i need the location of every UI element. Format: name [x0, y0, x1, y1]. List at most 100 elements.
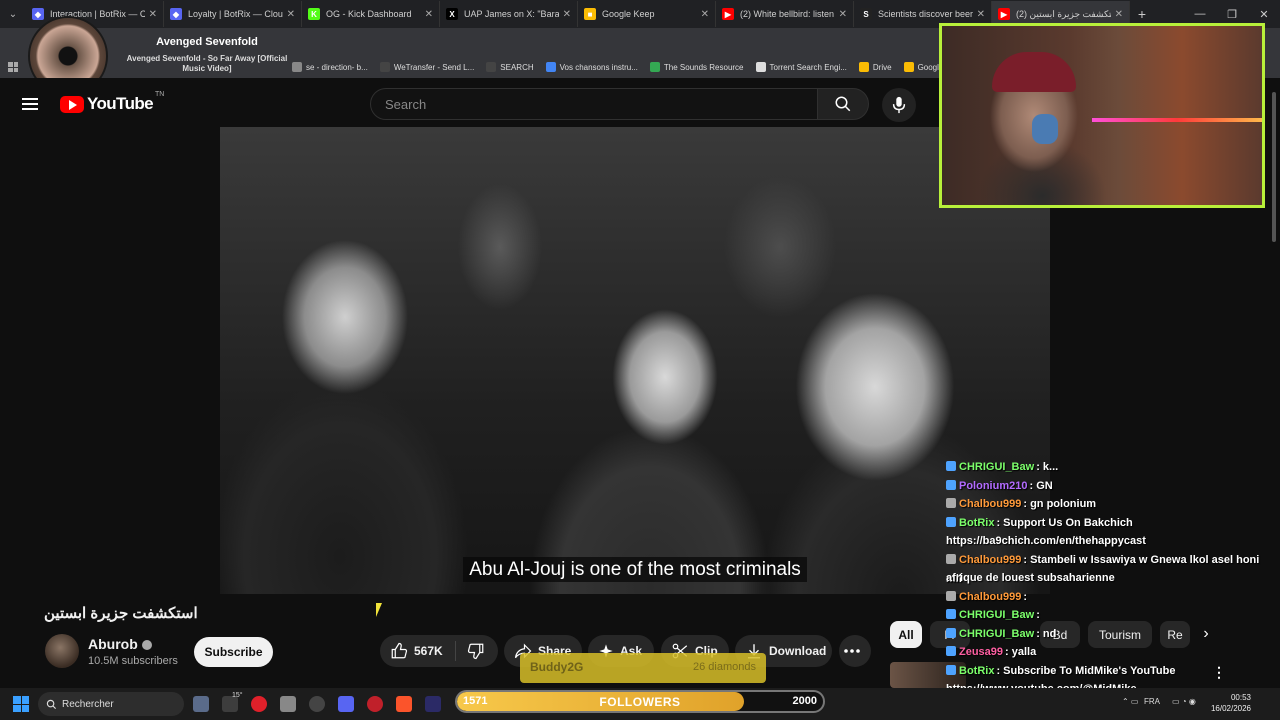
tab-title: UAP James on X: "Barack: [464, 9, 559, 19]
mouse-cursor-icon: [376, 603, 382, 617]
search-input[interactable]: Search: [370, 88, 818, 120]
followers-goal-bar: 1571 FOLLOWERS 2000: [455, 690, 825, 713]
browser-tab[interactable]: K OG - Kick Dashboard ✕: [302, 1, 440, 27]
taskbar-clock[interactable]: 00:53 16/02/2026: [1205, 692, 1251, 714]
language-indicator[interactable]: FRA: [1144, 697, 1160, 706]
apps-grid-icon[interactable]: [8, 62, 18, 72]
bookmark-item[interactable]: Vos chansons instru...: [545, 62, 638, 72]
chat-text: :: [1023, 590, 1028, 603]
network-volume-icons[interactable]: ▭ ◔ ◉: [1172, 697, 1196, 706]
chip-all[interactable]: All: [890, 621, 922, 648]
chat-badge-icon: [946, 664, 956, 675]
search-button[interactable]: [817, 88, 869, 120]
red-app-icon[interactable]: [367, 696, 383, 712]
donor-name: Buddy2G: [530, 660, 584, 674]
verified-icon: [141, 640, 152, 651]
streamer-cap: [992, 52, 1076, 92]
channel-name-text[interactable]: Aburob: [88, 636, 138, 652]
dislike-button[interactable]: [456, 642, 491, 660]
tab-favicon-icon: ▶: [998, 8, 1010, 20]
chat-message: https://ba9chich.com/en/thehappycast: [946, 532, 1272, 551]
bookmark-label: WeTransfer - Send L...: [393, 62, 475, 72]
brave-icon[interactable]: [396, 696, 412, 712]
chat-message: CHRIGUI_Baw: nd: [946, 625, 1272, 644]
now-playing-title: Avenged Sevenfold - So Far Away [Officia…: [126, 54, 288, 73]
chat-text: : k...: [1036, 461, 1059, 473]
discord-icon[interactable]: [338, 696, 354, 712]
tab-close-icon[interactable]: ✕: [701, 9, 709, 20]
followers-goal: 2000: [792, 695, 817, 707]
chat-username: CHRIGUI_Baw: [959, 461, 1035, 473]
youtube-logo[interactable]: YouTube TN: [60, 91, 164, 114]
search-icon: [46, 699, 57, 710]
chat-message: BotRix: Support Us On Bakchich: [946, 514, 1272, 533]
tab-close-icon[interactable]: ✕: [425, 9, 433, 20]
chat-message: Chalbou999: gn polonium: [946, 495, 1272, 514]
bookmark-item[interactable]: se - direction- b...: [292, 62, 368, 72]
video-title: استكشفت جزيرة ابستين: [44, 605, 198, 622]
opera-icon[interactable]: [251, 696, 267, 712]
bookmark-favicon-icon: [486, 62, 497, 72]
led-strip: [1092, 118, 1262, 122]
tab-close-icon[interactable]: ✕: [977, 9, 985, 20]
chat-username: Zeusa99: [959, 646, 1004, 658]
chat-username: CHRIGUI_Baw: [959, 609, 1035, 621]
chat-badge-icon: [946, 516, 956, 527]
like-count: 567K: [414, 644, 443, 658]
bookmark-item[interactable]: WeTransfer - Send L...: [379, 62, 475, 72]
bookmark-favicon-icon: [755, 62, 766, 72]
bookmark-item[interactable]: Torrent Search Engi...: [755, 62, 847, 72]
chat-badge-icon: [946, 646, 956, 656]
bookmark-favicon-icon: [903, 62, 914, 72]
bookmark-item[interactable]: Drive: [858, 62, 892, 72]
task-view-icon[interactable]: [193, 696, 209, 712]
browser-tab[interactable]: X UAP James on X: "Barack ✕: [440, 1, 578, 27]
tab-close-icon[interactable]: ✕: [1115, 9, 1123, 20]
bookmark-label: Vos chansons instru...: [559, 62, 638, 72]
bookmark-favicon-icon: [545, 62, 556, 72]
tab-title: OG - Kick Dashboard: [326, 9, 412, 19]
bookmark-item[interactable]: The Sounds Resource: [649, 62, 744, 72]
clock-time: 00:53: [1230, 693, 1251, 702]
channel-avatar[interactable]: [45, 634, 79, 668]
webcam-overlay: [939, 23, 1265, 208]
video-player[interactable]: Abu Al-Jouj is one of the most criminals: [220, 127, 1050, 594]
download-label: Download: [769, 644, 827, 658]
video-caption: Abu Al-Jouj is one of the most criminals: [220, 557, 1050, 582]
tab-title: Google Keep: [602, 9, 655, 19]
browser-tab[interactable]: ▶ (2) White bellbird: listen t ✕: [716, 1, 854, 27]
chat-text: : gn polonium: [1023, 498, 1097, 510]
premiere-icon[interactable]: [425, 696, 441, 712]
bookmark-item[interactable]: SEARCH: [486, 62, 534, 72]
tab-favicon-icon: X: [446, 8, 458, 20]
file-explorer-icon[interactable]: [280, 696, 296, 712]
caption-text: Abu Al-Jouj is one of the most criminals: [463, 557, 807, 582]
subscribe-button[interactable]: Subscribe: [194, 637, 273, 667]
tab-close-icon[interactable]: ✕: [563, 9, 571, 20]
logo-wordmark: YouTube: [87, 94, 154, 113]
stream-chat-overlay: CHRIGUI_Baw: k... Polonium210: GN Chalbou9…: [946, 458, 1276, 720]
channel-name[interactable]: Aburob: [88, 636, 152, 652]
more-actions-button[interactable]: [839, 635, 871, 667]
taskbar-search-label: Rechercher: [62, 698, 114, 710]
chat-text: : Subscribe To MidMike's YouTube: [996, 664, 1176, 677]
chat-text: afrique de louest subsaharienne: [946, 572, 1115, 584]
tray-icons[interactable]: ⌃ ▭: [1122, 697, 1138, 706]
windows-start-icon[interactable]: [13, 696, 29, 712]
menu-icon[interactable]: [22, 98, 38, 110]
clock-date: 16/02/2026: [1210, 704, 1251, 713]
bookmark-label: Drive: [872, 62, 892, 72]
tab-close-icon[interactable]: ✕: [839, 9, 847, 20]
voice-search-button[interactable]: [882, 88, 916, 122]
app-icon[interactable]: [309, 696, 325, 712]
chat-message: Chalbou999:: [946, 588, 1272, 607]
scrollbar-thumb[interactable]: [1272, 92, 1276, 242]
like-button[interactable]: 567K: [380, 641, 456, 661]
browser-tab[interactable]: ■ Google Keep ✕: [578, 1, 716, 27]
taskbar-search-input[interactable]: Rechercher: [38, 692, 184, 716]
tab-favicon-icon: K: [308, 8, 320, 20]
thumbs-up-icon: [391, 642, 408, 659]
now-playing-artist: Avenged Sevenfold: [156, 36, 258, 48]
like-dislike-group: 567K: [380, 635, 498, 667]
chat-message: CHRIGUI_Baw:: [946, 606, 1272, 625]
